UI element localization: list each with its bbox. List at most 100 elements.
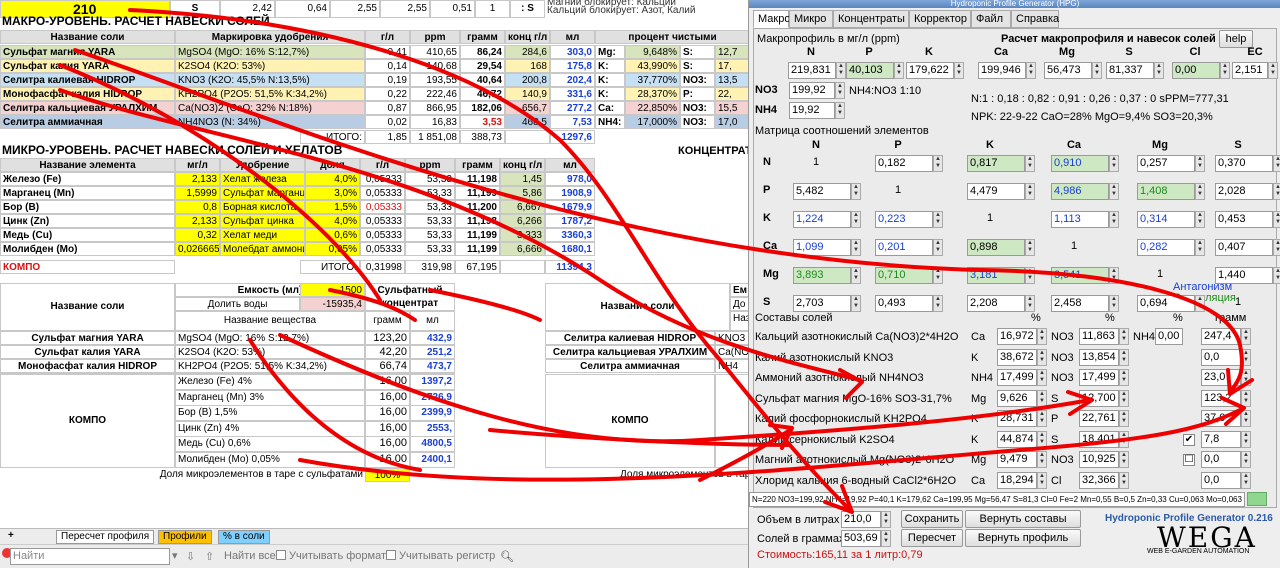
- salt-checkbox[interactable]: ✔: [1183, 433, 1195, 446]
- salt-v2-spin[interactable]: ▲ ▼: [1119, 410, 1129, 427]
- salt-v2[interactable]: 18,401: [1079, 430, 1119, 448]
- micro-mg[interactable]: 0,026665: [175, 242, 220, 256]
- matrix-spin[interactable]: ▲▼: [851, 183, 861, 200]
- elem-spin-N[interactable]: ▲ ▼: [836, 62, 846, 79]
- matrix-cell[interactable]: 1,440: [1215, 267, 1273, 284]
- matrix-cell[interactable]: 0,201: [875, 239, 933, 256]
- matrix-spin[interactable]: ▲▼: [1273, 183, 1280, 200]
- salt-gram[interactable]: 7,8: [1201, 430, 1241, 448]
- matrix-spin[interactable]: ▲▼: [1109, 155, 1119, 172]
- matrix-cell[interactable]: 4,986: [1051, 183, 1109, 200]
- salt-v2-spin[interactable]: ▲ ▼: [1119, 430, 1129, 448]
- matrix-spin[interactable]: ▲▼: [1273, 267, 1280, 284]
- salt-v1-spin[interactable]: ▲ ▼: [1037, 369, 1047, 386]
- salt-v1-spin[interactable]: ▲ ▼: [1037, 410, 1047, 427]
- revert-profile-button[interactable]: Вернуть профиль: [965, 529, 1081, 547]
- no3-spin[interactable]: ▲ ▼: [835, 82, 845, 99]
- elem-spin-S[interactable]: ▲ ▼: [1154, 62, 1164, 79]
- formula-input[interactable]: N=220 NO3=199,92 NH4=19,92 P=40,1 K=179,…: [749, 492, 1245, 507]
- matrix-cell[interactable]: 0,817: [967, 155, 1025, 172]
- salt-v1[interactable]: 18,294: [997, 471, 1037, 489]
- salt-gram-spin[interactable]: ▲ ▼: [1241, 348, 1251, 366]
- elem-input-EC[interactable]: 2,151: [1232, 62, 1268, 79]
- matrix-cell[interactable]: 3,893: [793, 267, 851, 284]
- micro-mg[interactable]: 1,5999: [175, 186, 220, 200]
- matrix-spin[interactable]: ▲▼: [933, 211, 943, 228]
- tab-profiles[interactable]: Профили: [158, 530, 212, 544]
- matrix-spin[interactable]: ▲▼: [1109, 183, 1119, 200]
- menu-4[interactable]: Файл: [971, 10, 1011, 28]
- salt-v1[interactable]: 9,626: [997, 389, 1037, 407]
- salt-gram[interactable]: 247,4: [1201, 328, 1241, 345]
- matrix-spin[interactable]: ▲▼: [851, 267, 861, 284]
- salt-checkbox[interactable]: ☐: [1183, 454, 1195, 466]
- salt-v2[interactable]: 32,366: [1079, 471, 1119, 489]
- matrix-cell[interactable]: 0,257: [1137, 155, 1195, 172]
- salt-v2-spin[interactable]: ▲ ▼: [1119, 328, 1129, 345]
- salt-v2-spin[interactable]: ▲ ▼: [1119, 389, 1129, 407]
- save-button[interactable]: Сохранить: [901, 510, 963, 528]
- matrix-cell[interactable]: 2,028: [1215, 183, 1273, 200]
- matrix-spin[interactable]: ▲▼: [1195, 155, 1205, 172]
- menu-2[interactable]: Концентраты: [833, 10, 909, 28]
- elem-spin-Mg[interactable]: ▲ ▼: [1092, 62, 1102, 79]
- matrix-cell[interactable]: 3,181: [967, 267, 1025, 284]
- salt-v2[interactable]: 11,863: [1079, 328, 1119, 345]
- salts-grams-input[interactable]: 503,69: [841, 530, 881, 547]
- recalc-button[interactable]: Пересчет: [901, 529, 963, 547]
- salt-gram[interactable]: 0,0: [1201, 451, 1241, 468]
- matrix-cell[interactable]: 0,223: [875, 211, 933, 228]
- matrix-cell[interactable]: 0,453: [1215, 211, 1273, 228]
- matrix-cell[interactable]: 1,099: [793, 239, 851, 256]
- micro-share[interactable]: 0,05%: [305, 242, 360, 256]
- format-checkbox[interactable]: [276, 550, 286, 560]
- nh4-input[interactable]: 19,92: [789, 102, 835, 119]
- matrix-cell[interactable]: 3,541: [1051, 267, 1109, 284]
- add-sheet-icon[interactable]: +: [4, 530, 18, 544]
- matrix-cell[interactable]: 0,407: [1215, 239, 1273, 256]
- salt-v1[interactable]: 28,731: [997, 410, 1037, 427]
- salt-v1[interactable]: 44,874: [997, 430, 1037, 448]
- matrix-spin[interactable]: ▲▼: [851, 295, 861, 312]
- salt-gram[interactable]: 0,0: [1201, 471, 1241, 489]
- matrix-spin[interactable]: ▲▼: [1025, 155, 1035, 172]
- salt-gram[interactable]: 37,0: [1201, 410, 1241, 427]
- capacity-value[interactable]: 1500: [300, 283, 365, 297]
- salt-v2-spin[interactable]: ▲ ▼: [1119, 369, 1129, 386]
- matrix-cell[interactable]: 5,482: [793, 183, 851, 200]
- matrix-spin[interactable]: ▲▼: [933, 267, 943, 284]
- matrix-cell[interactable]: 0,710: [875, 267, 933, 284]
- matrix-cell[interactable]: 4,479: [967, 183, 1025, 200]
- matrix-spin[interactable]: ▲▼: [1273, 211, 1280, 228]
- elem-input-Cl[interactable]: 0,00: [1172, 62, 1220, 79]
- salt-gram[interactable]: 0,0: [1201, 348, 1241, 366]
- micro-share[interactable]: 3,0%: [305, 186, 360, 200]
- tab-recalc-profile[interactable]: Пересчет профиля: [56, 530, 155, 544]
- find-prev-icon[interactable]: ⇩: [186, 550, 195, 563]
- elem-input-Mg[interactable]: 56,473: [1044, 62, 1092, 79]
- matrix-cell[interactable]: 1,113: [1051, 211, 1109, 228]
- matrix-spin[interactable]: ▲▼: [1025, 183, 1035, 200]
- micro-share[interactable]: 0,6%: [305, 228, 360, 242]
- salt-v2-spin[interactable]: ▲ ▼: [1119, 471, 1129, 489]
- elem-input-Ca[interactable]: 199,946: [978, 62, 1026, 79]
- salt-gram-spin[interactable]: ▲ ▼: [1241, 471, 1251, 489]
- register-option[interactable]: Учитывать регистр: [386, 550, 495, 562]
- matrix-spin[interactable]: ▲▼: [1273, 155, 1280, 172]
- salt-v1[interactable]: 9,479: [997, 451, 1037, 468]
- matrix-cell[interactable]: 0,898: [967, 239, 1025, 256]
- matrix-spin[interactable]: ▲▼: [1195, 295, 1205, 312]
- micro-share-value[interactable]: 100%: [365, 468, 410, 482]
- salt-v1-spin[interactable]: ▲ ▼: [1037, 389, 1047, 407]
- salt-gram-spin[interactable]: ▲ ▼: [1241, 328, 1251, 345]
- salt-v1-spin[interactable]: ▲ ▼: [1037, 471, 1047, 489]
- menu-0[interactable]: Макро: [753, 10, 790, 28]
- elem-spin-Ca[interactable]: ▲ ▼: [1026, 62, 1036, 79]
- find-replace-icon[interactable]: 🔍︎: [500, 550, 514, 563]
- salt-gram-spin[interactable]: ▲ ▼: [1241, 389, 1251, 407]
- salt-v2-spin[interactable]: ▲ ▼: [1119, 451, 1129, 468]
- volume-spin[interactable]: ▲ ▼: [881, 511, 891, 528]
- salt-v2[interactable]: 12,700: [1079, 389, 1119, 407]
- elem-input-S[interactable]: 81,337: [1106, 62, 1154, 79]
- matrix-cell[interactable]: 2,458: [1051, 295, 1109, 312]
